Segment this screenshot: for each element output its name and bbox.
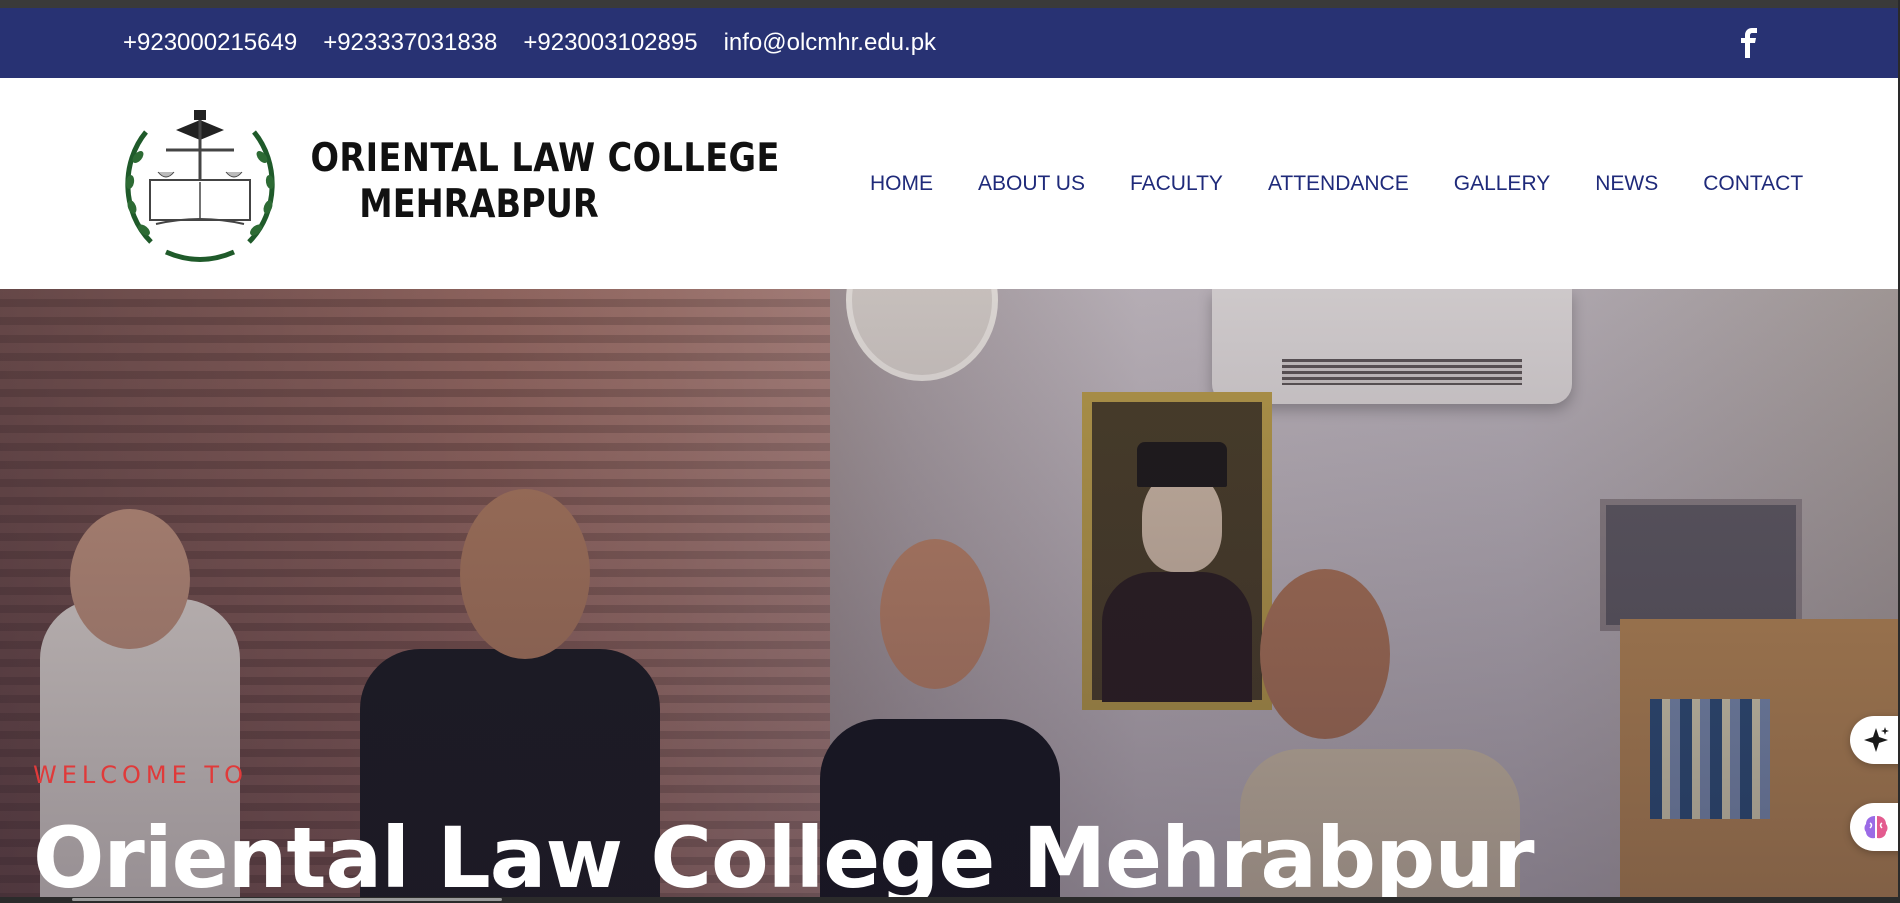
facebook-icon[interactable] bbox=[1738, 28, 1760, 58]
brain-icon bbox=[1864, 816, 1888, 839]
hero-banner: WELCOME TO Oriental Law College Mehrabpu… bbox=[0, 289, 1898, 897]
window-bottom-strip bbox=[0, 897, 1900, 903]
hero-eyebrow: WELCOME TO bbox=[33, 761, 248, 789]
nav-contact[interactable]: CONTACT bbox=[1703, 172, 1803, 196]
brain-assist-button[interactable] bbox=[1850, 803, 1900, 851]
brand-line-2: MEHRABPUR bbox=[359, 182, 599, 227]
brand-name[interactable]: ORIENTAL LAW COLLEGE MEHRABPUR bbox=[283, 136, 780, 228]
sparkle-icon bbox=[1864, 727, 1889, 752]
nav-about-us[interactable]: ABOUT US bbox=[978, 172, 1085, 196]
phone-2[interactable]: +923337031838 bbox=[323, 29, 497, 57]
nav-gallery[interactable]: GALLERY bbox=[1454, 172, 1551, 196]
nav-attendance[interactable]: ATTENDANCE bbox=[1268, 172, 1409, 196]
nav-faculty[interactable]: FACULTY bbox=[1130, 172, 1223, 196]
college-emblem-icon[interactable] bbox=[116, 102, 284, 266]
brand-line-1: ORIENTAL LAW COLLEGE bbox=[310, 136, 780, 181]
nav-news[interactable]: NEWS bbox=[1595, 172, 1658, 196]
phone-3[interactable]: +923003102895 bbox=[523, 29, 697, 57]
hero-title: Oriental Law College Mehrabpur bbox=[33, 809, 1535, 897]
site-header: ORIENTAL LAW COLLEGE MEHRABPUR HOME ABOU… bbox=[0, 78, 1898, 289]
window-top-strip bbox=[0, 0, 1900, 8]
contact-list: +923000215649 +923337031838 +92300310289… bbox=[123, 8, 936, 78]
nav-home[interactable]: HOME bbox=[870, 172, 933, 196]
contact-topbar: +923000215649 +923337031838 +92300310289… bbox=[0, 8, 1898, 78]
ai-assist-button[interactable] bbox=[1850, 716, 1900, 764]
email-link[interactable]: info@olcmhr.edu.pk bbox=[724, 29, 936, 57]
phone-1[interactable]: +923000215649 bbox=[123, 29, 297, 57]
main-nav: HOME ABOUT US FACULTY ATTENDANCE GALLERY… bbox=[870, 172, 1803, 196]
